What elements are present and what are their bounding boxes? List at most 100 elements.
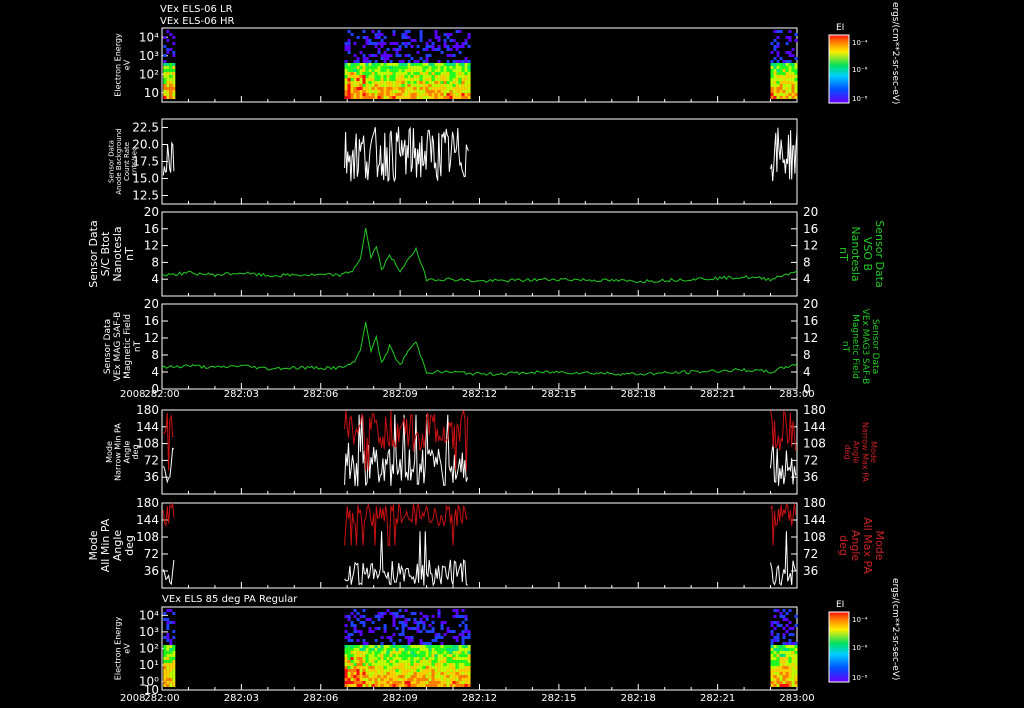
- x-tick-label: 282:03: [224, 389, 259, 400]
- x-tick-label: 282:00: [144, 389, 179, 400]
- x-tick-label: 282:06: [303, 389, 338, 400]
- y-tick-label: 10: [144, 86, 159, 100]
- left-axis-label-p6: ModeAll Min PAAngledeg: [87, 518, 136, 572]
- y-tick-label-right: 72: [803, 453, 818, 467]
- y-tick-label: 10⁴: [139, 30, 159, 44]
- x-tick-label: 282:21: [700, 389, 735, 400]
- y-tick-label-right: 108: [803, 530, 826, 544]
- x-tick-label: 283:00: [779, 693, 814, 704]
- left-axis-label-p4: Sensor DataVEx MAG SAF-BMagnetic FieldnT: [103, 312, 143, 382]
- y-tick-label-right: 12: [803, 331, 818, 345]
- y-tick-label-right: 16: [803, 222, 818, 236]
- panel-frame-p3: [161, 211, 798, 297]
- y-tick-label: 10³: [139, 625, 159, 639]
- x-tick-label: 282:15: [541, 389, 576, 400]
- x-tick-label: 282:09: [383, 693, 418, 704]
- y-tick-label-right: 20: [803, 297, 818, 311]
- series-line: [161, 228, 798, 284]
- y-tick-label-right: 16: [803, 314, 818, 328]
- y-tick-label-right: 72: [803, 547, 818, 561]
- series-line: [163, 412, 174, 471]
- y-tick-label: 180: [136, 403, 159, 417]
- colorbar-tick: 10⁻⁴: [852, 39, 868, 47]
- y-tick-label: 10²: [139, 67, 159, 81]
- y-tick-label: 10²: [139, 642, 159, 656]
- x-tick-label: 282:12: [462, 389, 497, 400]
- panel-frame-p5: [161, 409, 798, 495]
- right-axis-label-p3: Sensor DataVSO BNanoteslanT: [837, 220, 886, 287]
- spectrogram-p7: [163, 609, 798, 687]
- y-tick-label: 144: [136, 420, 159, 434]
- colorbar-tick: 10⁻⁶: [852, 644, 868, 652]
- y-tick-label: 16: [144, 314, 159, 328]
- panel7-title: VEx ELS 85 deg PA Regular: [162, 594, 298, 605]
- y-tick-label: 4: [151, 365, 159, 379]
- y-tick-label-right: 12: [803, 239, 818, 253]
- left-axis-label-p1: Electron EnergyeV: [114, 33, 132, 97]
- x-tick-label: 282:18: [621, 389, 656, 400]
- y-tick-label: 72: [144, 547, 159, 561]
- panel-frame-p2: [161, 118, 798, 205]
- y-tick-label: 20: [144, 297, 159, 311]
- series-line: [770, 127, 798, 182]
- series-line: [344, 503, 468, 546]
- colorbar-units-top: ergs/(cm**2-sr-sec-eV): [890, 2, 900, 104]
- y-tick-label-right: 36: [803, 470, 818, 484]
- y-tick-label: 10³: [139, 49, 159, 63]
- y-tick-label: 22.5: [132, 121, 159, 135]
- y-tick-label: 36: [144, 470, 159, 484]
- y-tick-label: 16: [144, 222, 159, 236]
- series-line: [162, 559, 175, 586]
- y-tick-label-right: 4: [803, 272, 811, 286]
- y-tick-label-right: 144: [803, 420, 826, 434]
- y-tick-label: 36: [144, 564, 159, 578]
- colorbar-label-bottom: EI: [836, 600, 844, 610]
- series-line: [770, 503, 797, 546]
- plot-canvas: VEx ELS-06 LR VEx ELS-06 HR 10⁴ 10³ 10² 10 E…: [87, 2, 900, 704]
- y-tick-label: 8: [151, 255, 159, 269]
- y-tick-label: 12: [144, 239, 159, 253]
- header-line2: VEx ELS-06 HR: [160, 16, 235, 27]
- y-tick-label-right: 108: [803, 437, 826, 451]
- y-tick-label: 10⁴: [139, 608, 159, 622]
- y-tick-label-right: 180: [803, 496, 826, 510]
- y-tick-label-right: 144: [803, 513, 826, 527]
- y-tick-label: 72: [144, 453, 159, 467]
- x-tick-label: 282:21: [700, 693, 735, 704]
- series-line: [161, 322, 798, 377]
- y-tick-label: 144: [136, 513, 159, 527]
- series-line: [344, 126, 469, 183]
- y-tick-label: 12: [144, 331, 159, 345]
- y-tick-label-right: 4: [803, 365, 811, 379]
- colorbar-label-top: EI: [836, 23, 844, 33]
- x-tick-label: 282:12: [462, 693, 497, 704]
- y-tick-label: 20: [144, 205, 159, 219]
- x-year-label: 2008: [120, 389, 145, 400]
- series-line: [162, 502, 175, 528]
- series-line: [770, 531, 797, 587]
- y-tick-label: 8: [151, 348, 159, 362]
- y-tick-label: 108: [136, 530, 159, 544]
- left-axis-label-p7: Electron EnergyeV: [114, 617, 132, 681]
- series-line: [770, 443, 797, 486]
- y-tick-label-right: 180: [803, 403, 826, 417]
- left-axis-label-p5: ModeNarrow Min PAAngledeg: [105, 423, 140, 481]
- x-tick-label: 282:06: [303, 693, 338, 704]
- colorbar-tick: 10⁻⁸: [852, 95, 868, 103]
- colorbar-tick: 10⁻⁴: [852, 616, 868, 624]
- y-tick-label-right: 20: [803, 205, 818, 219]
- colorbar-units-bottom: ergs/(cm**2-sr-sec-eV): [890, 578, 900, 680]
- y-tick-label: 4: [151, 272, 159, 286]
- left-axis-label-p3: Sensor DataS/C BtotNanoteslanT: [87, 220, 136, 287]
- y-tick-label-right: 8: [803, 348, 811, 362]
- panel-frame-p7: [161, 606, 798, 691]
- panel-frame-p4: [161, 303, 798, 390]
- panel-frame-p1: [161, 27, 798, 103]
- colorbar-bottom: EI 10⁻⁴ 10⁻⁶ 10⁻⁸: [828, 600, 868, 683]
- panel-frame-p6: [161, 502, 798, 589]
- spectrogram-p1: [163, 30, 798, 99]
- y-tick-label-right: 8: [803, 255, 811, 269]
- x-tick-label: 282:09: [383, 389, 418, 400]
- header-line1: VEx ELS-06 LR: [160, 4, 233, 15]
- x-tick-label: 282:03: [224, 693, 259, 704]
